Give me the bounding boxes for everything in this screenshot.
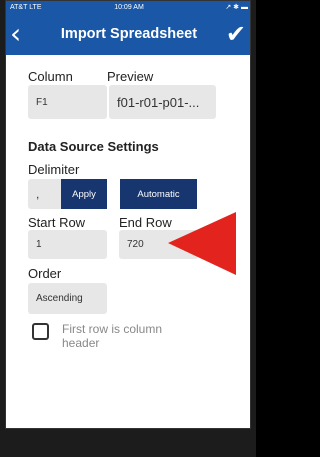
phone-frame: AT&T LTE 10:09 AM ↗ ✱ ▬ ‹ Import Spreads… [0, 0, 256, 457]
red-arrow-icon [168, 212, 236, 275]
arrow-head-shape [168, 212, 236, 275]
